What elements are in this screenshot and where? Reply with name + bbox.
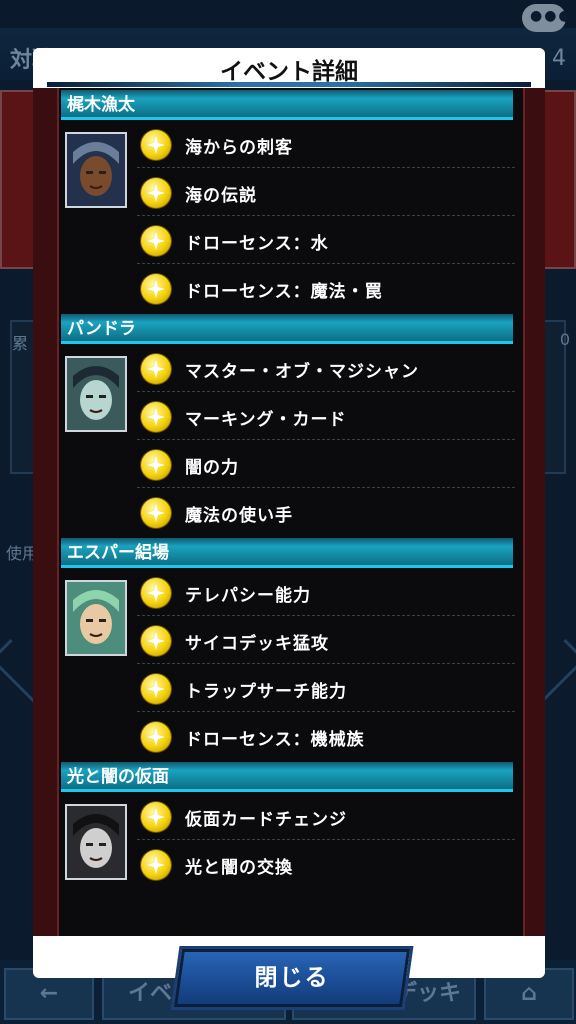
skill-star-coin-icon [141, 354, 171, 384]
dialog-title: イベント詳細 [220, 59, 358, 85]
skill-list-item[interactable]: トラップサーチ能力 [137, 664, 515, 712]
event-detail-dialog: イベント詳細 梶木漁太海からの刺客 海の伝説ドローセンス：水ドローセンス：魔法・罠… [33, 48, 545, 1010]
skill-star-coin-icon [141, 626, 171, 656]
skill-name: マスター・オブ・マジシャン [185, 362, 419, 382]
skill-list-item[interactable]: ドローセンス：水 [137, 216, 515, 264]
background-number: 4 [552, 46, 566, 71]
skill-list-item[interactable]: マーキング・カード [137, 392, 515, 440]
skill-list-item[interactable]: 海からの刺客 [137, 120, 515, 168]
skill-name: サイコデッキ猛攻 [185, 634, 329, 654]
masked-duo-portrait [65, 804, 127, 880]
skill-name: 闇の力 [185, 458, 239, 478]
skill-star-coin-icon [141, 450, 171, 480]
skill-list-item[interactable]: 海の伝説 [137, 168, 515, 216]
skill-star-coin-icon [141, 402, 171, 432]
group-header: 光と闇の仮面 [61, 762, 513, 792]
skill-star-coin-icon [141, 722, 171, 752]
skill-star-coin-icon [141, 130, 171, 160]
skill-list-item[interactable]: マスター・オブ・マジシャン [137, 344, 515, 392]
skill-name: ドローセンス：水 [185, 234, 329, 254]
skill-star-coin-icon [141, 274, 171, 304]
kajiki-portrait [65, 132, 127, 208]
skill-star-coin-icon [141, 498, 171, 528]
background-side-label-1: 累 [12, 334, 29, 353]
skill-name: トラップサーチ能力 [185, 682, 347, 702]
skill-list-item[interactable]: 光と闇の交換 [137, 840, 515, 888]
skill-name: 海からの刺客 [185, 138, 293, 158]
skill-name: 海の伝説 [185, 186, 257, 206]
skill-list-item[interactable]: 闇の力 [137, 440, 515, 488]
skill-list-item[interactable]: ドローセンス：機械族 [137, 712, 515, 760]
skill-name: マーキング・カード [185, 410, 347, 430]
skill-list[interactable]: 梶木漁太 海からの刺客 海の伝説 ドローセンス：水 ドローセンス：魔法・罠 パンドラ マスタ… [57, 88, 525, 936]
skill-list-item[interactable]: 仮面カードチェンジ [137, 792, 515, 840]
group-header: エスパー絽場 [61, 538, 513, 568]
status-bar [0, 0, 576, 28]
group-body: 海からの刺客 海の伝説ドローセンス：水ドローセンス：魔法・罠 [59, 120, 523, 312]
skill-star-coin-icon [141, 226, 171, 256]
skill-name: ドローセンス：機械族 [185, 730, 365, 750]
group-body: マスター・オブ・マジシャン マーキング・カード 闇の力魔法の使い手 [59, 344, 523, 536]
skill-name: ドローセンス：魔法・罠 [185, 282, 383, 302]
title-divider [47, 82, 531, 87]
group-header: パンドラ [61, 314, 513, 344]
group-body: テレパシー能力 サイコデッキ猛攻 トラップサーチ能力 ドローセンス：機械族 [59, 568, 523, 760]
close-button[interactable]: 閉じる [170, 946, 414, 1010]
skill-star-coin-icon [141, 578, 171, 608]
skill-list-item[interactable]: 魔法の使い手 [137, 488, 515, 536]
skill-star-coin-icon [141, 178, 171, 208]
skill-name: 光と闇の交換 [185, 858, 293, 878]
skill-star-coin-icon [141, 674, 171, 704]
group-header: 梶木漁太 [61, 90, 513, 120]
skill-list-item[interactable]: サイコデッキ猛攻 [137, 616, 515, 664]
chat-icon[interactable]: ●●● [522, 4, 571, 32]
skill-star-coin-icon [141, 850, 171, 880]
skill-name: 仮面カードチェンジ [185, 810, 347, 830]
dialog-header: イベント詳細 [33, 48, 545, 88]
skill-list-item[interactable]: ドローセンス：魔法・罠 [137, 264, 515, 312]
espa-roba-portrait [65, 580, 127, 656]
group-body: 仮面カードチェンジ 光と闇の交換 [59, 792, 523, 888]
skill-name: 魔法の使い手 [185, 506, 293, 526]
background-right-value: 0 [559, 330, 570, 349]
skill-star-coin-icon [141, 802, 171, 832]
close-button-label: 閉じる [254, 965, 330, 991]
skill-name: テレパシー能力 [185, 586, 311, 606]
pandora-portrait [65, 356, 127, 432]
skill-list-item[interactable]: テレパシー能力 [137, 568, 515, 616]
